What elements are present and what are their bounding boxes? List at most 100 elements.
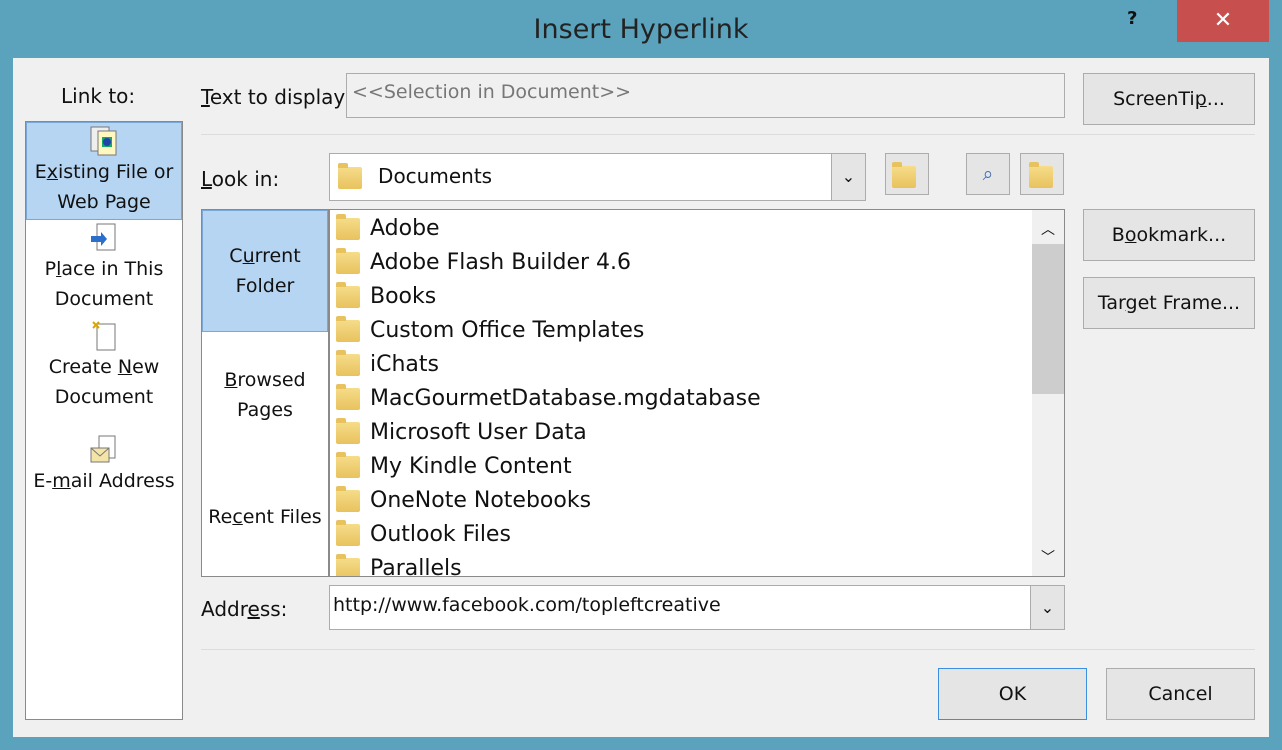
scrollbar[interactable]: ︿ ﹀ (1032, 210, 1064, 576)
file-name: OneNote Notebooks (370, 488, 592, 513)
file-list-item[interactable]: My Kindle Content (330, 450, 1064, 484)
folder-icon (336, 214, 360, 240)
label-part: ... (1206, 88, 1225, 110)
scroll-up-arrow-icon[interactable]: ︿ (1032, 210, 1064, 244)
file-name: iChats (370, 352, 439, 377)
label-line2: Folder (235, 275, 295, 297)
label-part: et Frame... (1137, 292, 1241, 314)
label-part: isting File or (57, 161, 174, 183)
divider (201, 134, 1255, 135)
label-line2: Pages (237, 399, 293, 421)
browse-file-icon (1029, 162, 1053, 188)
label-key: e (247, 597, 260, 621)
up-folder-icon (892, 162, 916, 188)
file-name: Adobe Flash Builder 4.6 (370, 250, 632, 275)
link-existing-file[interactable]: Existing File or Web Page (26, 122, 182, 220)
file-list-item[interactable]: Microsoft User Data (330, 416, 1064, 450)
label-key: p (1194, 88, 1207, 110)
label-part: rrent (254, 245, 301, 267)
file-list-item[interactable]: Adobe (330, 212, 1064, 246)
label-line2: Web Page (57, 191, 151, 213)
text-to-display-label: Text to display: (201, 85, 351, 109)
chevron-down-icon[interactable]: ⌄ (1030, 586, 1064, 629)
place-recent-files[interactable]: Recent Files (202, 502, 328, 532)
file-list-item[interactable]: OneNote Notebooks (330, 484, 1064, 518)
label-part: okmark... (1136, 224, 1227, 246)
file-name: Microsoft User Data (370, 420, 587, 445)
email-address-icon (89, 434, 119, 466)
browse-web-icon: ⌕ (982, 163, 994, 185)
folder-icon (336, 316, 360, 342)
file-list-item[interactable]: Custom Office Templates (330, 314, 1064, 348)
label-key: m (52, 470, 71, 492)
folder-icon (336, 418, 360, 444)
label-key: N (117, 356, 133, 378)
text-to-display-input[interactable]: <<Selection in Document>> (346, 73, 1065, 118)
link-email-address[interactable]: E-mail Address (26, 434, 182, 496)
ok-button[interactable]: OK (938, 668, 1087, 720)
file-list-item[interactable]: Parallels (330, 552, 1064, 577)
file-list-item[interactable]: iChats (330, 348, 1064, 382)
look-in-dropdown[interactable]: Documents ⌄ (329, 153, 866, 201)
label-part: C (229, 245, 243, 267)
label-part: E- (33, 470, 53, 492)
folder-icon (336, 282, 360, 308)
file-list-item[interactable]: MacGourmetDatabase.mgdatabase (330, 382, 1064, 416)
file-list-item[interactable]: Books (330, 280, 1064, 314)
up-folder-button[interactable] (885, 153, 929, 195)
chevron-down-icon[interactable]: ⌄ (831, 154, 865, 200)
folder-icon (338, 162, 362, 189)
label-key: B (224, 369, 238, 391)
folder-icon (336, 384, 360, 410)
dialog-title: Insert Hyperlink (533, 14, 749, 45)
link-place-in-document[interactable]: Place in This Document (26, 222, 182, 314)
label-part: P (44, 258, 57, 280)
folder-icon (336, 486, 360, 512)
bookmark-button[interactable]: Bookmark... (1083, 209, 1255, 261)
link-to-panel: Existing File or Web Page Place in This … (25, 121, 183, 720)
place-browsed-pages[interactable]: Browsed Pages (202, 365, 328, 425)
file-list-item[interactable]: Outlook Files (330, 518, 1064, 552)
screentip-button[interactable]: ScreenTip... (1083, 73, 1255, 125)
file-name: Parallels (370, 556, 462, 577)
help-button[interactable]: ? (1127, 8, 1137, 29)
label-key: g (1125, 292, 1138, 314)
label-line2: Document (54, 386, 154, 408)
folder-icon (336, 554, 360, 576)
create-new-document-icon (89, 320, 119, 352)
address-input[interactable]: http://www.facebook.com/topleftcreative … (329, 585, 1065, 630)
close-button[interactable]: ✕ (1177, 0, 1269, 42)
file-list-item[interactable]: Adobe Flash Builder 4.6 (330, 246, 1064, 280)
label-key: x (46, 161, 58, 183)
target-frame-button[interactable]: Target Frame... (1083, 277, 1255, 329)
label-part: B (1111, 224, 1125, 246)
place-current-folder[interactable]: Current Folder (202, 210, 328, 332)
file-list: Adobe Adobe Flash Builder 4.6 Books Custom … (329, 209, 1065, 577)
label-part: ent Files (242, 506, 322, 528)
scrollbar-thumb[interactable] (1032, 244, 1064, 394)
divider (201, 649, 1255, 650)
label-part: ail Address (70, 470, 175, 492)
label-part: ext to display: (209, 85, 351, 109)
label-line2: Document (54, 288, 154, 310)
label-part: ss: (259, 597, 288, 621)
places-panel: Current Folder Browsed Pages Recent File… (201, 209, 329, 577)
file-name: Books (370, 284, 437, 309)
folder-icon (336, 520, 360, 546)
label-key: o (1124, 224, 1137, 246)
place-in-document-icon (89, 222, 119, 254)
label-key: T (201, 85, 210, 109)
label-key: L (201, 167, 212, 191)
label-part: E (34, 161, 47, 183)
address-label: Address: (201, 597, 287, 621)
browse-file-button[interactable] (1020, 153, 1064, 195)
look-in-label: Look in: (201, 167, 279, 191)
link-create-new-document[interactable]: Create New Document (26, 320, 182, 412)
cancel-button[interactable]: Cancel (1106, 668, 1255, 720)
file-name: Outlook Files (370, 522, 511, 547)
label-part: ew (132, 356, 160, 378)
scroll-down-arrow-icon[interactable]: ﹀ (1032, 546, 1064, 576)
label-key: u (242, 245, 255, 267)
label-part: Tar (1097, 292, 1126, 314)
browse-web-button[interactable]: ⌕ (966, 153, 1010, 195)
